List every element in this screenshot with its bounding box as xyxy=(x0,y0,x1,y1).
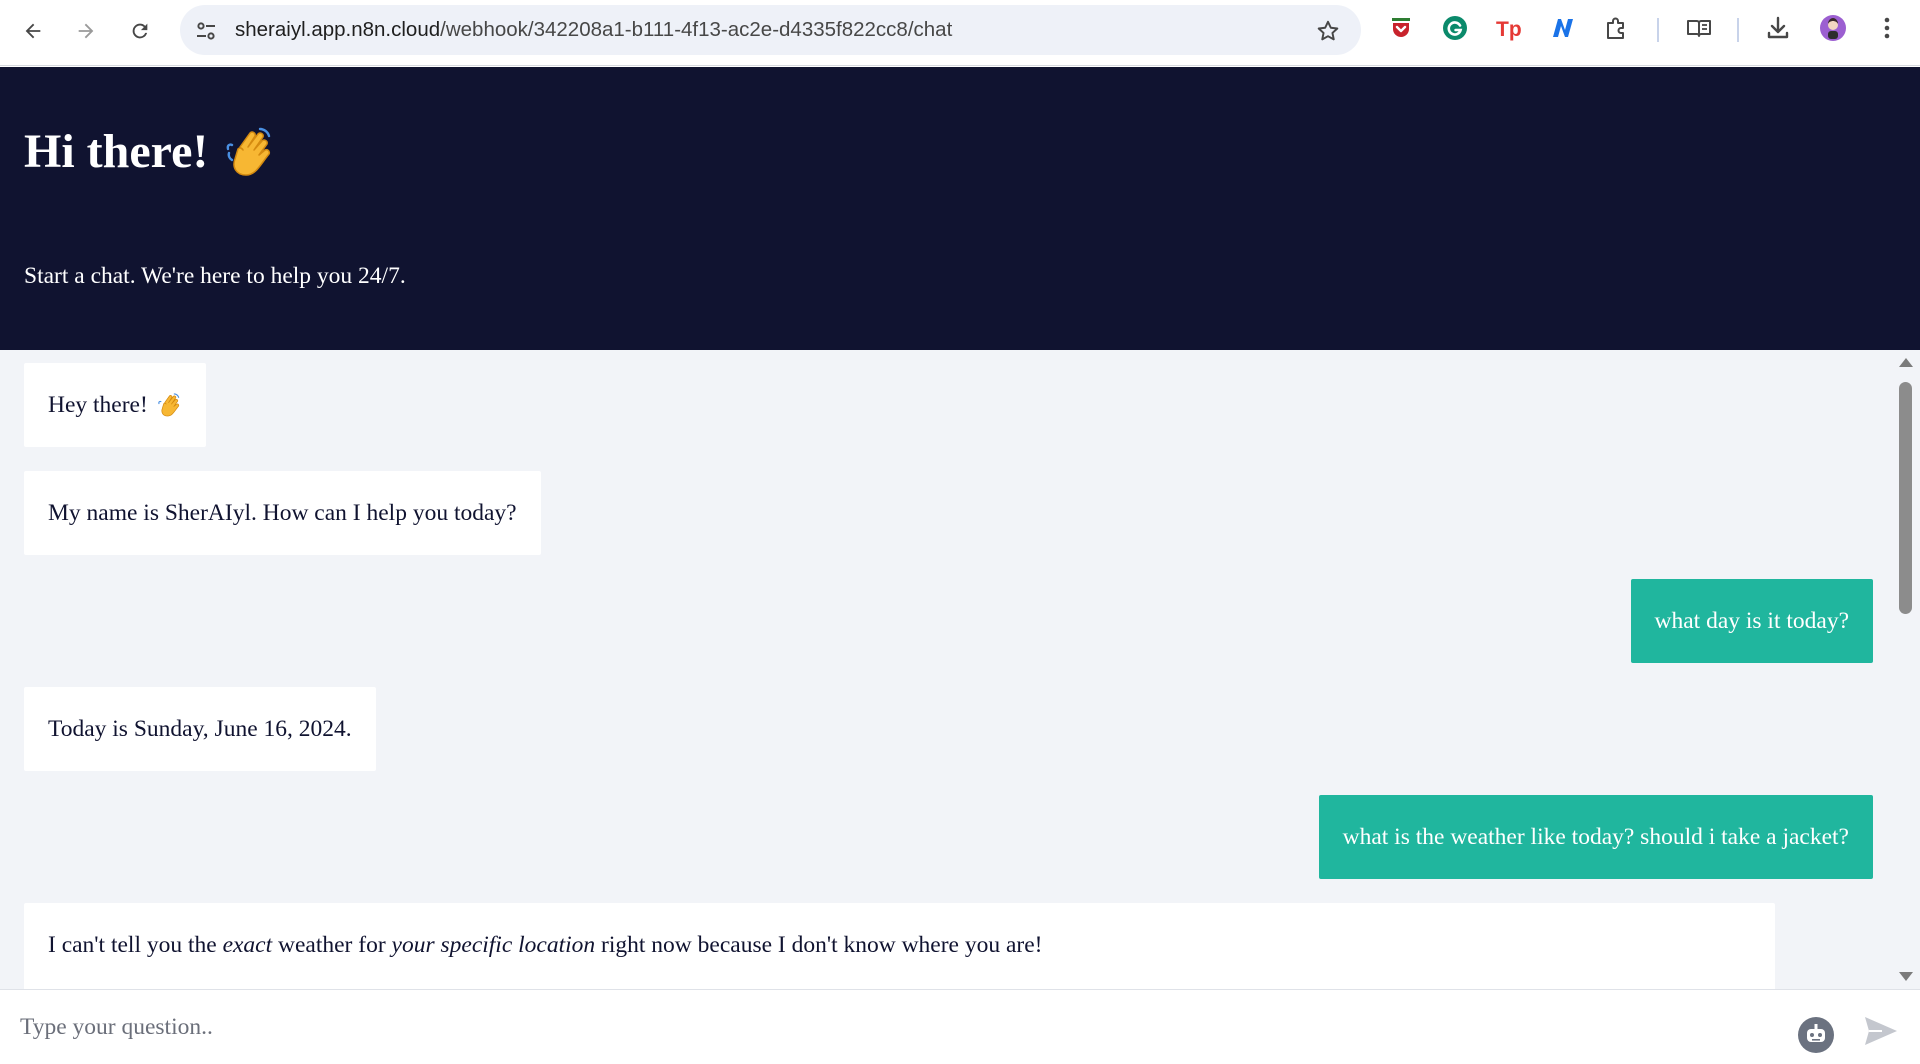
url-host: sheraiyl.app.n8n.cloud xyxy=(235,18,441,41)
message-text: My name is SherAIyl. How can I help you … xyxy=(48,499,517,526)
grammarly-icon xyxy=(1443,16,1467,40)
message-text: what day is it today? xyxy=(1654,607,1849,634)
tp-icon: Tp xyxy=(1496,18,1522,41)
chat-subtitle: Start a chat. We're here to help you 24/… xyxy=(24,263,406,289)
profile-button[interactable] xyxy=(1818,13,1848,43)
message-emphasis: your specific location xyxy=(391,932,596,958)
message-text-part: I can't tell you the xyxy=(48,932,223,958)
n-icon xyxy=(1553,19,1573,37)
user-message: what is the weather like today? should i… xyxy=(1318,795,1873,879)
forward-arrow-icon xyxy=(78,23,94,39)
bot-message: Today is Sunday, June 16, 2024. xyxy=(24,687,376,771)
star-icon[interactable] xyxy=(1315,18,1341,44)
chat-header: Hi there! Start a chat. We're here to he… xyxy=(0,67,1920,350)
pocket-extension[interactable] xyxy=(1386,13,1416,43)
address-bar[interactable]: sheraiyl.app.n8n.cloud/webhook/342208a1-… xyxy=(180,5,1361,55)
more-menu-button[interactable] xyxy=(1872,13,1902,43)
chat-title-text: Hi there! xyxy=(24,125,209,178)
more-vert-icon xyxy=(1884,17,1890,39)
back-button[interactable] xyxy=(13,11,53,51)
scroll-down-arrow-icon[interactable] xyxy=(1899,972,1913,981)
message-text: what is the weather like today? should i… xyxy=(1342,823,1849,850)
url-text[interactable]: sheraiyl.app.n8n.cloud/webhook/342208a1-… xyxy=(235,5,952,55)
message-text-part: right now because I don't know where you… xyxy=(595,932,1043,958)
bot-message: I can't tell you the exact weather for y… xyxy=(24,903,1775,989)
chat-title: Hi there! xyxy=(24,123,276,181)
profile-avatar-icon xyxy=(1820,15,1846,41)
n-extension[interactable] xyxy=(1548,13,1578,43)
reload-button[interactable] xyxy=(120,11,160,51)
scrollbar-thumb[interactable] xyxy=(1899,382,1912,614)
downloads-button[interactable] xyxy=(1763,13,1793,43)
tp-icon-text: Tp xyxy=(1496,18,1522,41)
message-text: Hey there! xyxy=(48,391,148,418)
message-scrollbar[interactable] xyxy=(1890,350,1920,989)
chat-input-bar xyxy=(0,989,1920,1064)
waving-hand-icon xyxy=(227,127,271,176)
message-text: Today is Sunday, June 16, 2024. xyxy=(48,715,352,742)
scroll-up-arrow-icon[interactable] xyxy=(1899,358,1913,367)
grammarly-extension[interactable] xyxy=(1440,13,1470,43)
back-arrow-icon xyxy=(25,23,41,39)
forward-button[interactable] xyxy=(66,11,106,51)
reload-icon xyxy=(132,23,148,39)
message-emphasis: exact xyxy=(222,932,273,958)
browser-toolbar: sheraiyl.app.n8n.cloud/webhook/342208a1-… xyxy=(0,0,1920,66)
send-icon[interactable] xyxy=(1862,1012,1900,1050)
chat-input[interactable] xyxy=(0,990,1780,1064)
robot-icon[interactable] xyxy=(1797,1016,1835,1054)
reading-list-button[interactable] xyxy=(1684,13,1714,43)
tune-icon[interactable] xyxy=(194,19,218,43)
message-text: I can't tell you the exact weather for y… xyxy=(48,929,1043,962)
bot-message: My name is SherAIyl. How can I help you … xyxy=(24,471,541,555)
puzzle-icon xyxy=(1607,17,1624,39)
message-text-part: weather for xyxy=(272,932,392,958)
pocket-icon xyxy=(1392,18,1410,37)
toolbar-divider xyxy=(1657,18,1659,42)
download-icon xyxy=(1767,16,1789,39)
reading-list-icon xyxy=(1687,20,1711,37)
toolbar-divider xyxy=(1737,18,1739,42)
bot-message: Hey there! xyxy=(24,363,206,447)
message-list: Hey there! My name is SherAIyl. How can … xyxy=(0,350,1920,989)
url-path: /webhook/342208a1-b111-4f13-ac2e-d4335f8… xyxy=(440,18,953,41)
waving-hand-icon xyxy=(158,393,180,417)
user-message: what day is it today? xyxy=(1630,579,1873,663)
tp-extension[interactable]: Tp xyxy=(1494,13,1524,43)
extensions-button[interactable] xyxy=(1602,13,1632,43)
